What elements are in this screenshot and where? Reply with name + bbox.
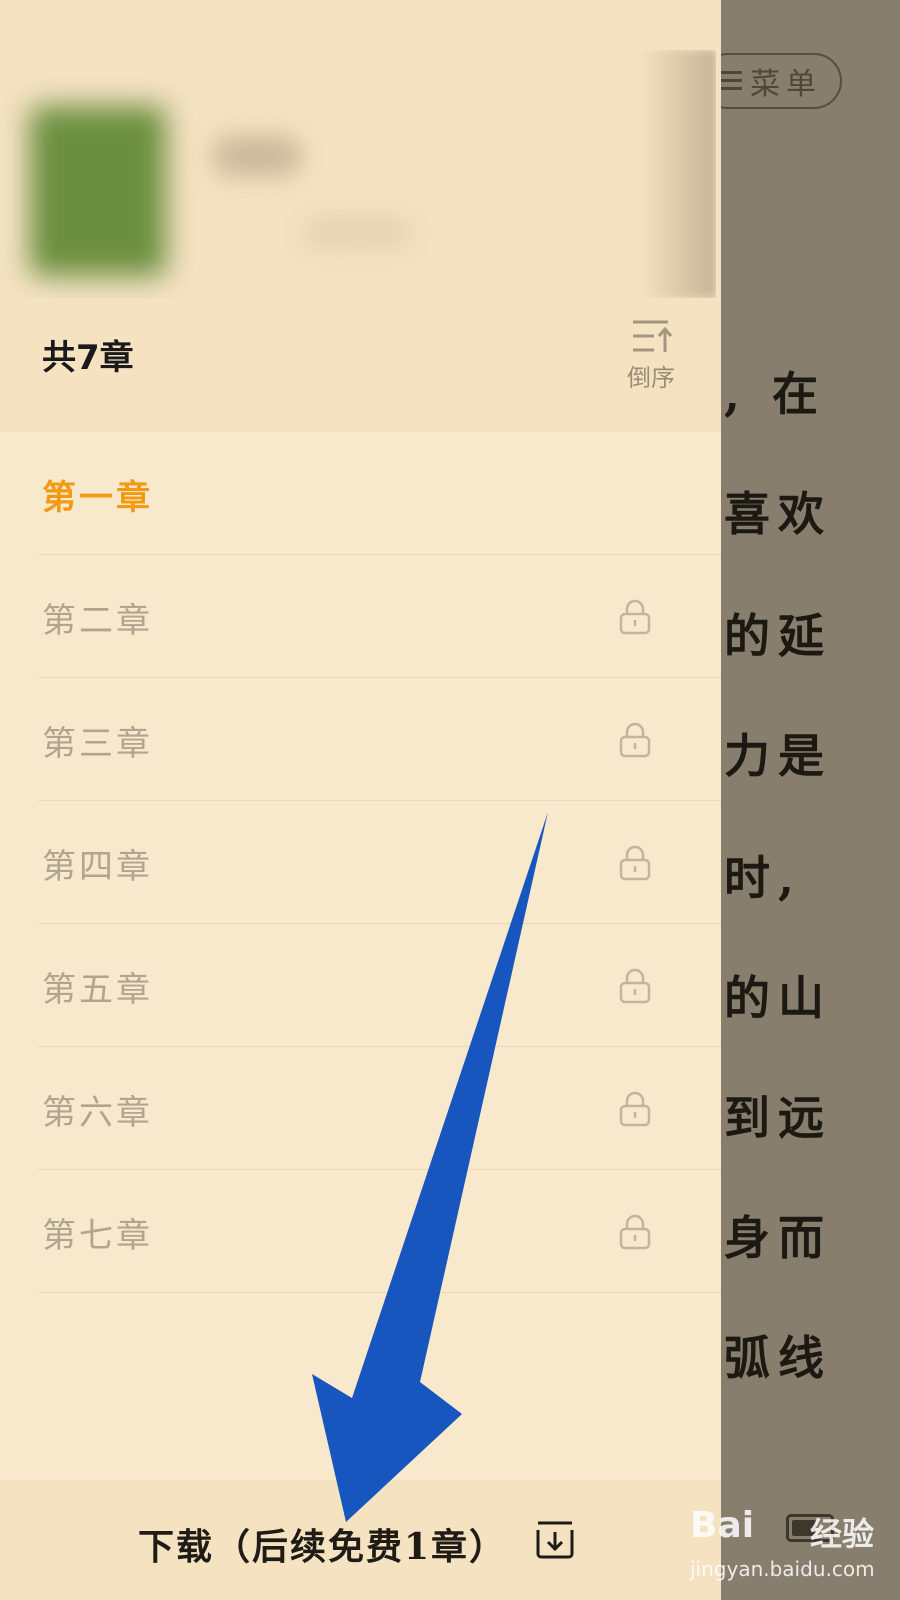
- reader-text-line: 力是: [724, 729, 832, 783]
- book-author-blurred: [302, 216, 412, 250]
- chapter-title: 第四章: [42, 847, 153, 887]
- chapter-drawer: 共7章 倒序 第一章 第二章 第三章 第四章 第五章 第六章 第七章 下载（后续…: [0, 0, 721, 1600]
- reader-text-line: 喜欢: [724, 487, 832, 541]
- chapter-item-6[interactable]: 第六章: [0, 1047, 721, 1170]
- chapter-item-1[interactable]: 第一章: [0, 432, 721, 555]
- chapter-item-7[interactable]: 第七章: [0, 1170, 721, 1293]
- book-header: 共7章 倒序: [0, 0, 721, 432]
- lock-icon: [619, 1091, 651, 1127]
- divider: [38, 1292, 721, 1293]
- book-cover-image[interactable]: [30, 106, 166, 276]
- header-shadow: [640, 50, 716, 298]
- watermark: Bai 经验 jingyan.baidu.com: [690, 1505, 890, 1595]
- chapter-title: 第二章: [42, 601, 153, 641]
- chapter-title: 第七章: [42, 1216, 153, 1256]
- download-button[interactable]: 下载（后续免费1章）: [0, 1480, 721, 1600]
- chapter-title: 第五章: [42, 970, 153, 1010]
- reader-text-line: 时,: [724, 851, 803, 905]
- chapter-title: 第三章: [42, 724, 153, 764]
- lock-icon: [619, 968, 651, 1004]
- baidu-logo: Bai: [690, 1505, 755, 1546]
- lock-icon: [619, 845, 651, 881]
- chapter-list: 第一章 第二章 第三章 第四章 第五章 第六章 第七章: [0, 432, 721, 1293]
- watermark-url: jingyan.baidu.com: [690, 1557, 875, 1581]
- reader-text-line: 的延: [724, 609, 832, 663]
- lock-icon: [619, 722, 651, 758]
- screen: 菜单 , 在 喜欢 的延 力是 时, 的山 到远 身而 弧线 共7章 倒序 第一…: [0, 0, 900, 1600]
- reader-text-line: 到远: [724, 1091, 832, 1145]
- reader-text-line: 弧线: [724, 1331, 832, 1385]
- reader-text-line: 身而: [724, 1211, 832, 1265]
- book-title-blurred: [212, 136, 302, 176]
- watermark-text: 经验: [810, 1515, 875, 1553]
- chapter-item-3[interactable]: 第三章: [0, 678, 721, 801]
- book-info-blurred: [0, 50, 716, 298]
- lock-icon: [619, 599, 651, 635]
- menu-button[interactable]: 菜单: [700, 53, 842, 109]
- chapter-count: 共7章: [42, 338, 134, 378]
- chapter-title: 第六章: [42, 1093, 153, 1133]
- sort-order-icon: [633, 320, 673, 352]
- menu-icon: [720, 71, 742, 91]
- chapter-item-2[interactable]: 第二章: [0, 555, 721, 678]
- chapter-title: 第一章: [42, 478, 153, 518]
- reverse-sort-button[interactable]: 倒序: [622, 318, 682, 396]
- chapter-item-5[interactable]: 第五章: [0, 924, 721, 1047]
- reader-text-line: , 在: [724, 367, 827, 421]
- menu-label: 菜单: [750, 67, 822, 102]
- chapter-item-4[interactable]: 第四章: [0, 801, 721, 924]
- sort-label: 倒序: [627, 364, 675, 392]
- reader-text-line: 的山: [724, 971, 832, 1025]
- download-icon: [536, 1521, 574, 1559]
- download-label: 下载（后续免费1章）: [138, 1526, 508, 1568]
- lock-icon: [619, 1214, 651, 1250]
